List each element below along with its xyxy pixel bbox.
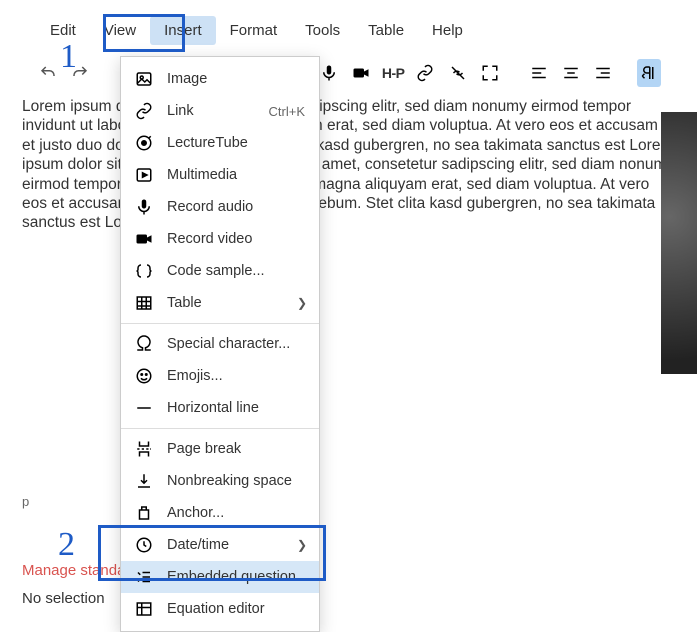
inline-image (661, 112, 697, 374)
dd-datetime-label: Date/time (167, 537, 305, 553)
separator (121, 428, 319, 429)
paragraph-direction-button[interactable] (637, 59, 661, 87)
anchor-icon (135, 504, 153, 522)
microphone-button[interactable] (317, 59, 341, 87)
h5p-button[interactable]: H-P (381, 59, 405, 87)
menu-tools[interactable]: Tools (291, 16, 354, 45)
align-right-icon (594, 64, 612, 82)
link-button[interactable] (413, 59, 437, 87)
insert-dropdown: Image Link Ctrl+K LectureTube Multimedia… (120, 56, 320, 632)
dd-record-audio[interactable]: Record audio (121, 191, 319, 223)
equation-icon (135, 600, 153, 618)
chevron-right-icon: ❯ (297, 538, 307, 552)
paragraph-icon (640, 64, 658, 82)
align-right-button[interactable] (591, 59, 615, 87)
dd-image-label: Image (167, 71, 305, 87)
menu-insert[interactable]: Insert (150, 16, 216, 45)
element-path: p (22, 494, 29, 509)
video-button[interactable] (349, 59, 373, 87)
record-video-icon (135, 230, 153, 248)
dd-special-char-label: Special character... (167, 336, 305, 352)
undo-icon (39, 64, 57, 82)
unlink-icon (449, 64, 467, 82)
toolbar: H-P (0, 55, 697, 97)
image-icon (135, 70, 153, 88)
lecturetube-icon (135, 134, 153, 152)
dd-record-video[interactable]: Record video (121, 223, 319, 255)
dd-table-label: Table (167, 295, 305, 311)
menu-format[interactable]: Format (216, 16, 292, 45)
menu-table[interactable]: Table (354, 16, 418, 45)
dd-nonbreaking-space[interactable]: Nonbreaking space (121, 465, 319, 497)
dd-link-label: Link (167, 103, 255, 119)
undo-button[interactable] (36, 59, 60, 87)
fullscreen-icon (481, 64, 499, 82)
dd-embedded-question[interactable]: Embedded question (121, 561, 319, 593)
dd-page-break-label: Page break (167, 441, 305, 457)
dd-horizontal-line-label: Horizontal line (167, 400, 305, 416)
hr-icon (135, 399, 153, 417)
link-icon (135, 102, 153, 120)
dd-nonbreaking-space-label: Nonbreaking space (167, 473, 305, 489)
omega-icon (135, 335, 153, 353)
menu-help[interactable]: Help (418, 16, 477, 45)
no-selection-text: No selection (22, 590, 105, 607)
chevron-right-icon: ❯ (297, 296, 307, 310)
embedded-question-icon (135, 568, 153, 586)
dd-lecturetube-label: LectureTube (167, 135, 305, 151)
record-audio-icon (135, 198, 153, 216)
align-center-icon (562, 64, 580, 82)
link-icon (416, 64, 434, 82)
dd-emojis[interactable]: Emojis... (121, 360, 319, 392)
h5p-icon: H-P (382, 65, 405, 81)
dd-page-break[interactable]: Page break (121, 433, 319, 465)
dd-anchor-label: Anchor... (167, 505, 305, 521)
multimedia-icon (135, 166, 153, 184)
menu-view[interactable]: View (90, 16, 150, 45)
separator (121, 323, 319, 324)
align-left-button[interactable] (527, 59, 551, 87)
dd-anchor[interactable]: Anchor... (121, 497, 319, 529)
dd-equation-editor-label: Equation editor (167, 601, 305, 617)
dd-datetime[interactable]: Date/time ❯ (121, 529, 319, 561)
dd-image[interactable]: Image (121, 63, 319, 95)
code-icon (135, 262, 153, 280)
video-icon (352, 64, 370, 82)
dd-embedded-question-label: Embedded question (167, 569, 305, 585)
dd-horizontal-line[interactable]: Horizontal line (121, 392, 319, 424)
unlink-button[interactable] (446, 59, 470, 87)
page-break-icon (135, 440, 153, 458)
dd-multimedia[interactable]: Multimedia (121, 159, 319, 191)
microphone-icon (320, 64, 338, 82)
dd-record-video-label: Record video (167, 231, 305, 247)
dd-equation-editor[interactable]: Equation editor (121, 593, 319, 625)
table-icon (135, 294, 153, 312)
dd-record-audio-label: Record audio (167, 199, 305, 215)
dd-emojis-label: Emojis... (167, 368, 305, 384)
dd-link[interactable]: Link Ctrl+K (121, 95, 319, 127)
dd-code-sample-label: Code sample... (167, 263, 305, 279)
dd-code-sample[interactable]: Code sample... (121, 255, 319, 287)
editor-content[interactable]: Lorem ipsum dolor sit amet, consetetur s… (0, 97, 697, 233)
dd-special-char[interactable]: Special character... (121, 328, 319, 360)
dd-lecturetube[interactable]: LectureTube (121, 127, 319, 159)
dd-multimedia-label: Multimedia (167, 167, 305, 183)
align-left-icon (530, 64, 548, 82)
annotation-number-2: 2 (58, 526, 75, 564)
menubar: Edit View Insert Format Tools Table Help (0, 0, 697, 55)
annotation-number-1: 1 (60, 38, 77, 76)
nbsp-icon (135, 472, 153, 490)
dd-table[interactable]: Table ❯ (121, 287, 319, 319)
clock-icon (135, 536, 153, 554)
dd-link-shortcut: Ctrl+K (269, 104, 305, 119)
align-center-button[interactable] (559, 59, 583, 87)
fullscreen-button[interactable] (478, 59, 502, 87)
emoji-icon (135, 367, 153, 385)
